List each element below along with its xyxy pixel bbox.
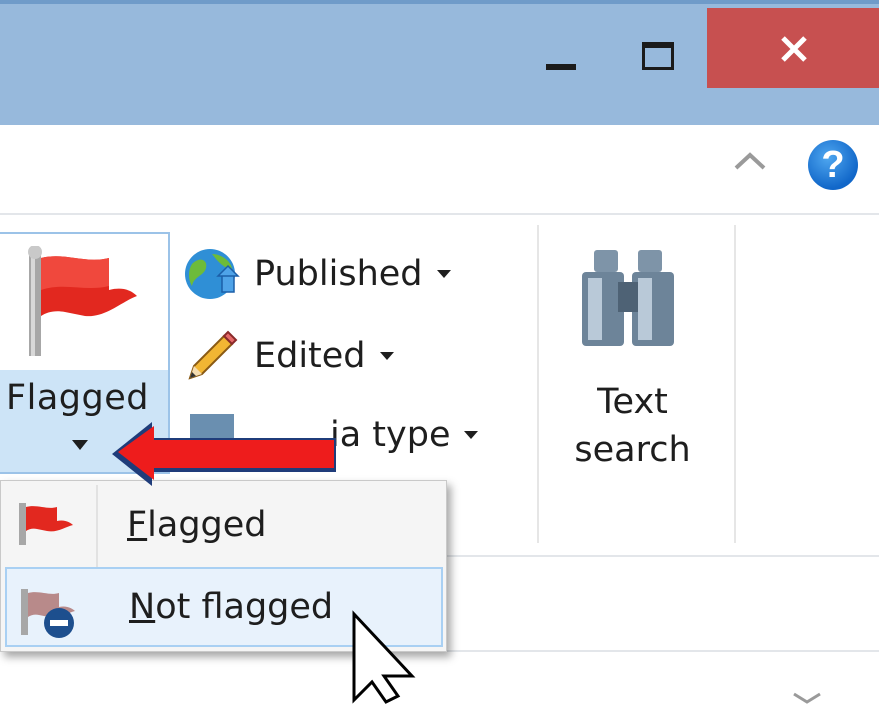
published-label: Published	[254, 254, 423, 294]
menu-item-label: Flagged	[127, 505, 267, 545]
red-flag-icon	[28, 246, 137, 356]
text-search-label-line2: search	[574, 430, 691, 470]
minimize-button[interactable]	[520, 8, 605, 88]
title-bar	[0, 0, 879, 125]
dropdown-arrow-icon	[379, 352, 394, 360]
close-icon	[781, 36, 807, 62]
help-icon[interactable]: ?	[808, 140, 858, 190]
text-search-button[interactable]: Text search	[560, 378, 705, 474]
maximize-button[interactable]	[612, 8, 702, 88]
media-type-label: ia type	[330, 415, 451, 455]
text-search-label-line1: Text	[597, 382, 668, 422]
dropdown-arrow-icon	[72, 440, 88, 450]
red-flag-icon	[19, 503, 73, 545]
globe-icon	[185, 249, 240, 299]
maximize-icon	[642, 42, 674, 70]
red-arrow-annotation	[112, 422, 336, 486]
mouse-cursor-icon	[352, 610, 416, 704]
dropdown-arrow-icon	[436, 270, 451, 278]
menu-item-flagged[interactable]: Flagged	[5, 483, 443, 563]
published-filter-button[interactable]: Published	[182, 246, 453, 302]
flagged-button-label: Flagged	[6, 378, 149, 418]
flag-remove-icon	[21, 589, 75, 638]
collapse-ribbon-icon[interactable]	[732, 150, 768, 172]
group-separator	[537, 225, 539, 543]
close-button[interactable]	[707, 8, 879, 88]
menu-item-label: Not flagged	[129, 587, 334, 627]
chevron-down-icon[interactable]	[790, 690, 824, 704]
minimize-icon	[546, 64, 576, 70]
edited-filter-button[interactable]: Edited	[184, 328, 396, 384]
binoculars-icon[interactable]	[572, 248, 684, 348]
group-separator	[734, 225, 736, 543]
pencil-icon	[188, 330, 238, 380]
edited-label: Edited	[254, 336, 366, 376]
dropdown-arrow-icon	[464, 431, 479, 439]
